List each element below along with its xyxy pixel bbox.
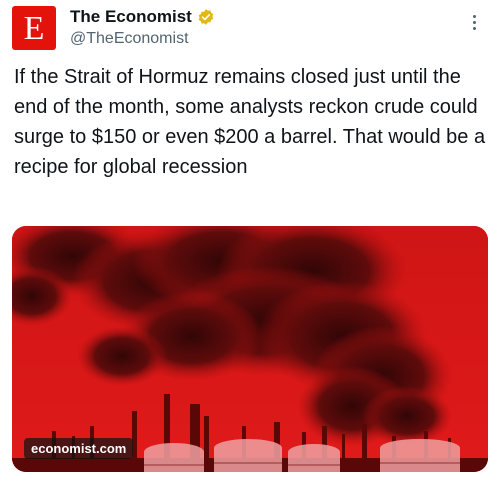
more-options-icon[interactable] <box>464 12 484 32</box>
tweet-text: If the Strait of Hormuz remains closed j… <box>14 66 486 178</box>
tweet-media-card[interactable]: economist.com <box>12 226 488 472</box>
tweet-header: E The Economist @TheEconomist <box>12 6 488 52</box>
verified-badge-icon <box>198 9 214 25</box>
display-name-row: The Economist <box>70 7 215 27</box>
handle[interactable]: @TheEconomist <box>70 30 215 48</box>
display-name[interactable]: The Economist <box>70 7 192 27</box>
avatar[interactable]: E <box>12 6 56 50</box>
avatar-letter: E <box>23 10 45 47</box>
link-domain-label[interactable]: economist.com <box>24 438 134 459</box>
smoke-plume-image <box>12 226 488 472</box>
author-names: The Economist @TheEconomist <box>70 7 215 48</box>
